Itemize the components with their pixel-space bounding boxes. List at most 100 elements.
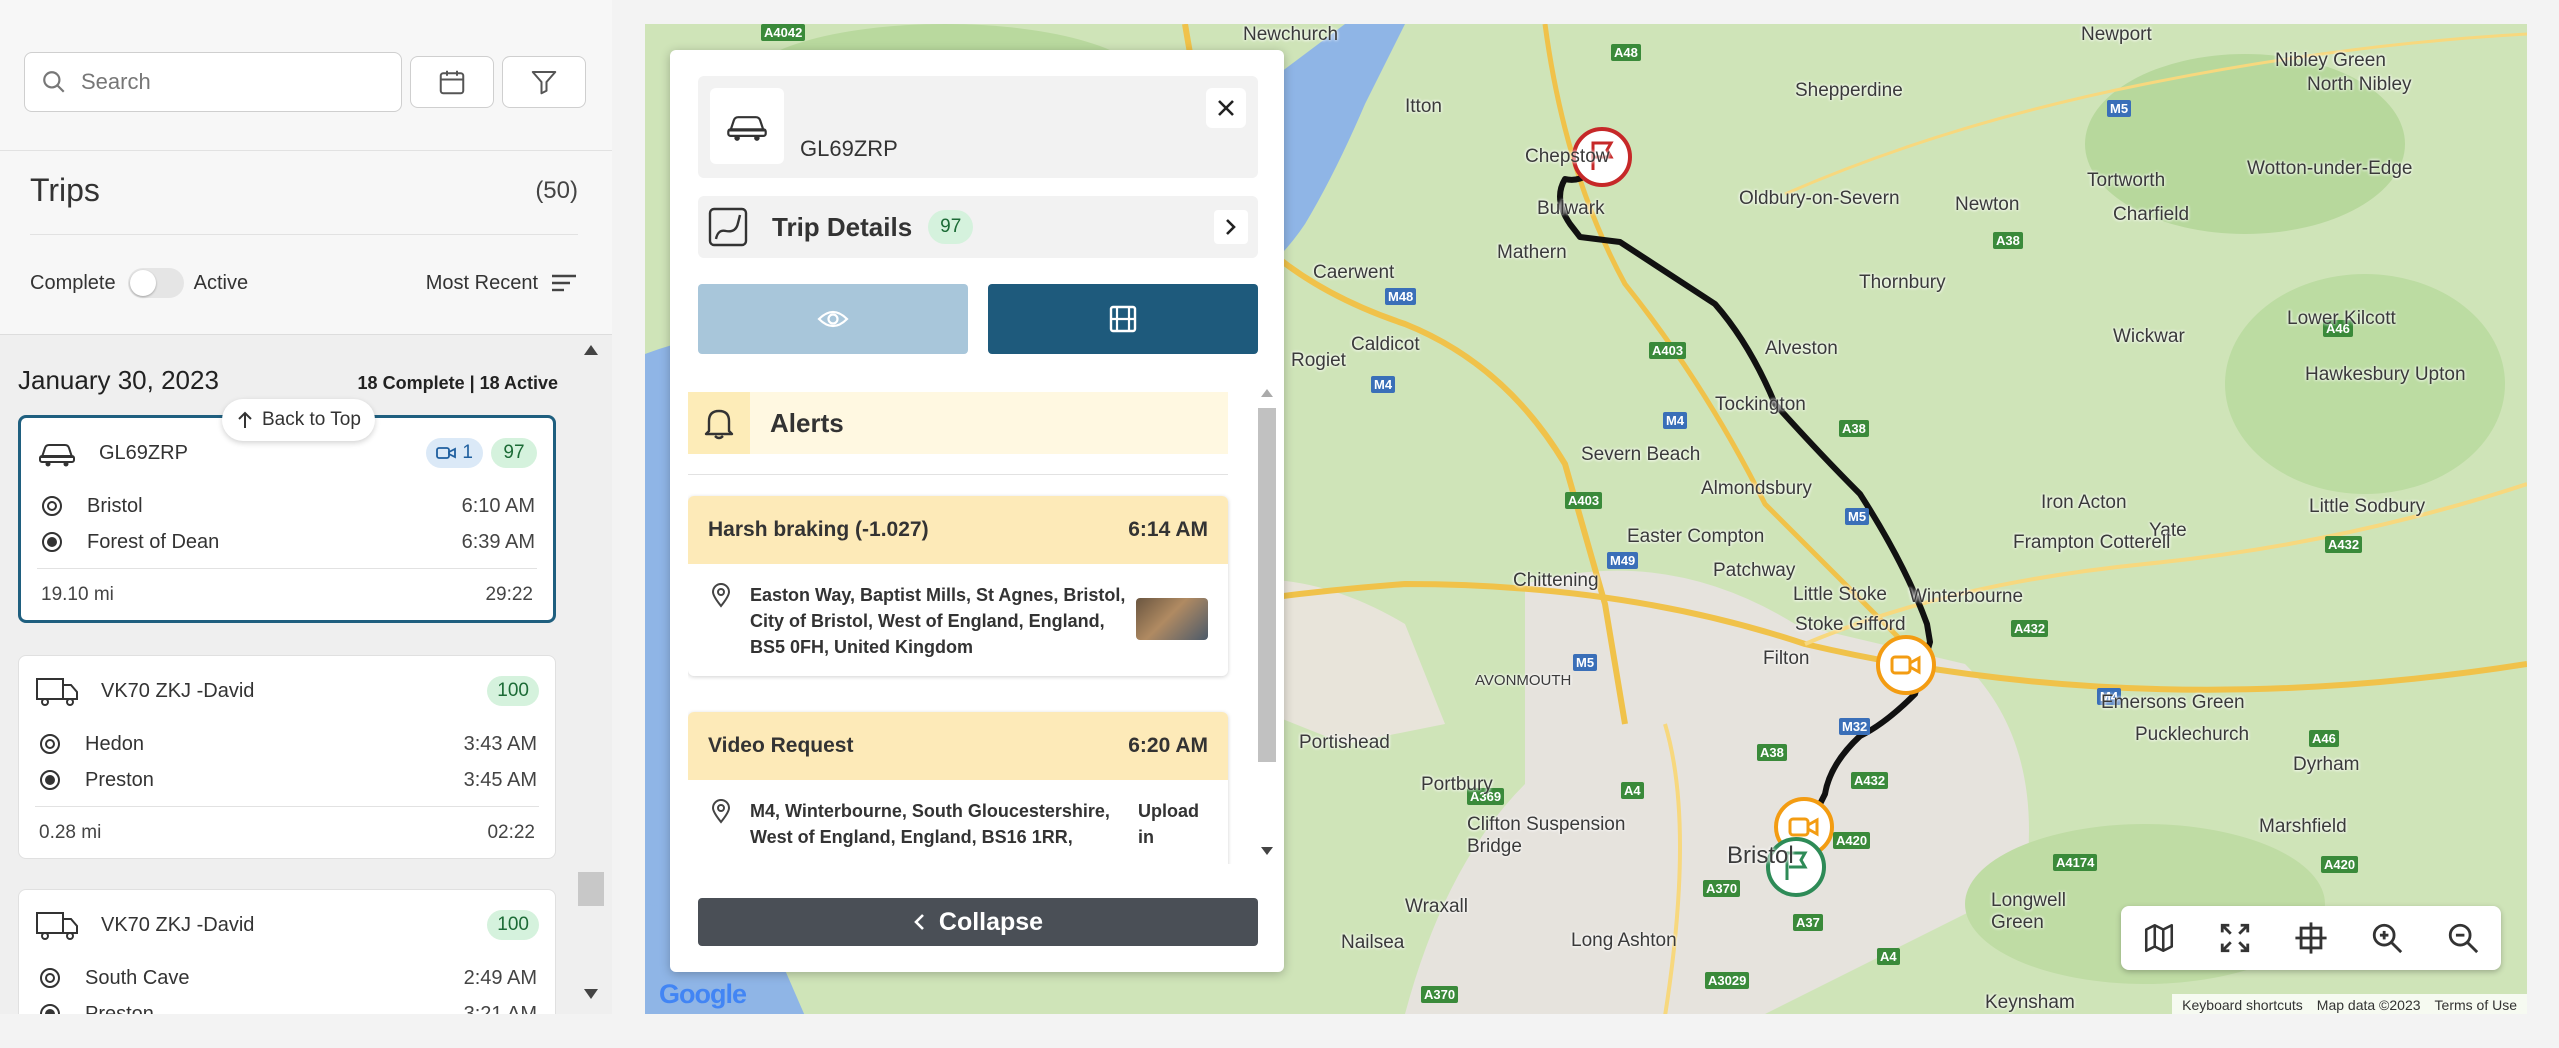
road-label: A37 bbox=[1793, 914, 1823, 931]
close-panel-button[interactable] bbox=[1206, 88, 1246, 128]
video-mode-button[interactable] bbox=[988, 284, 1258, 354]
scroll-down-icon bbox=[1261, 847, 1273, 855]
recenter-icon[interactable] bbox=[2294, 921, 2328, 955]
alert-address: M4, Winterbourne, South Gloucestershire,… bbox=[750, 801, 1110, 847]
terms-link[interactable]: Terms of Use bbox=[2435, 997, 2517, 1013]
scroll-thumb[interactable] bbox=[1258, 408, 1276, 762]
road-label: A420 bbox=[1833, 832, 1871, 849]
divider bbox=[688, 474, 1228, 475]
alert-card[interactable]: Video Request 6:20 AM M4, Winterbourne, … bbox=[688, 712, 1228, 864]
alerts-title: Alerts bbox=[770, 407, 844, 438]
trip-footer: 0.28 mi 02:22 bbox=[35, 806, 539, 858]
trip-details-row[interactable]: Trip Details 97 bbox=[698, 196, 1258, 258]
town-label: Hawkesbury Upton bbox=[2305, 364, 2466, 385]
back-to-top-label: Back to Top bbox=[262, 409, 361, 430]
view-mode-button[interactable] bbox=[698, 284, 968, 354]
map-footer: Keyboard shortcuts Map data ©2023 Terms … bbox=[2172, 994, 2527, 1016]
search-input[interactable]: Search bbox=[24, 52, 402, 112]
truck-icon bbox=[36, 912, 78, 940]
town-label: North Nibley bbox=[2307, 74, 2412, 95]
trip-list-scrollbar[interactable] bbox=[576, 334, 606, 1014]
alerts-list[interactable]: Alerts Harsh braking (-1.027) 6:14 AM Ea… bbox=[688, 380, 1248, 864]
trip-destination: Forest of Dean 6:39 AM bbox=[21, 524, 553, 560]
road-label: M32 bbox=[1839, 718, 1871, 735]
trips-count: (50) bbox=[535, 176, 578, 204]
keyboard-shortcuts-link[interactable]: Keyboard shortcuts bbox=[2182, 997, 2303, 1013]
calendar-button[interactable] bbox=[410, 56, 494, 108]
back-to-top-button[interactable]: Back to Top bbox=[222, 399, 375, 441]
sort-dropdown[interactable]: Most Recent bbox=[426, 271, 578, 295]
destination-time: 3:21 AM bbox=[463, 1002, 537, 1015]
google-logo: Google bbox=[659, 979, 747, 1009]
trip-origin: Hedon 3:43 AM bbox=[19, 726, 555, 762]
trip-detail-panel: GL69ZRP Trip Details 97 Alerts Harsh bra… bbox=[670, 50, 1284, 972]
scroll-thumb[interactable] bbox=[578, 872, 604, 906]
toggle-knob bbox=[129, 270, 156, 296]
map-type-icon[interactable] bbox=[2142, 921, 2176, 955]
trip-destination: Preston 3:45 AM bbox=[19, 762, 555, 798]
scroll-down-icon bbox=[584, 989, 598, 999]
arrow-up-icon bbox=[238, 411, 252, 428]
fullscreen-icon[interactable] bbox=[2218, 921, 2252, 955]
alert-card[interactable]: Harsh braking (-1.027) 6:14 AM Easton Wa… bbox=[688, 496, 1228, 676]
road-label: A403 bbox=[1649, 342, 1687, 359]
trip-card[interactable]: VK70 ZKJ -David 100 Hedon 3:43 AM Presto… bbox=[18, 655, 556, 859]
alerts-scrollbar[interactable] bbox=[1254, 380, 1280, 864]
destination-icon bbox=[42, 532, 62, 552]
trip-card[interactable]: GL69ZRP 1 97 Bristol 6:10 AM Forest of D… bbox=[18, 415, 556, 623]
trip-origin: South Cave 2:49 AM bbox=[19, 960, 555, 996]
trip-list[interactable]: January 30, 2023 18 Complete | 18 Active… bbox=[0, 334, 612, 1014]
video-count: 1 bbox=[462, 442, 473, 463]
town-label: Nibley Green bbox=[2275, 50, 2386, 71]
complete-label: Complete bbox=[30, 271, 116, 294]
sort-icon bbox=[552, 274, 576, 292]
close-icon bbox=[1218, 100, 1234, 116]
complete-active-toggle[interactable] bbox=[127, 268, 184, 298]
town-label: Severn Beach bbox=[1581, 444, 1701, 465]
divider bbox=[30, 234, 578, 235]
town-label: Stoke Gifford bbox=[1795, 614, 1906, 635]
town-label: Itton bbox=[1405, 96, 1442, 117]
vehicle-header bbox=[698, 76, 1258, 178]
origin-icon bbox=[40, 968, 60, 988]
trip-details-arrow[interactable] bbox=[1214, 210, 1248, 244]
collapse-label: Collapse bbox=[938, 907, 1044, 936]
town-label: Winterbourne bbox=[1909, 586, 2024, 607]
town-label: Portishead bbox=[1299, 732, 1390, 753]
scroll-up-icon bbox=[584, 345, 598, 355]
town-label: Almondsbury bbox=[1701, 478, 1812, 499]
road-label: M5 bbox=[2107, 100, 2132, 117]
trip-card[interactable]: VK70 ZKJ -David 100 South Cave 2:49 AM P… bbox=[18, 889, 556, 1014]
zoom-in-icon[interactable] bbox=[2370, 921, 2404, 955]
active-label: Active bbox=[193, 271, 249, 294]
road-label: A4 bbox=[1877, 948, 1900, 965]
town-label: Caldicot bbox=[1351, 334, 1420, 355]
town-label: Thornbury bbox=[1859, 272, 1946, 293]
road-label: M5 bbox=[1845, 508, 1870, 525]
town-label: AVONMOUTH bbox=[1475, 672, 1572, 689]
road-label: A38 bbox=[1757, 744, 1787, 761]
event-camera-marker[interactable] bbox=[1875, 634, 1937, 696]
road-label: A4174 bbox=[2053, 854, 2098, 871]
alerts-header: Alerts bbox=[688, 392, 1228, 454]
town-label: Tockington bbox=[1715, 394, 1806, 415]
collapse-button[interactable]: Collapse bbox=[698, 898, 1258, 946]
alert-body: Easton Way, Baptist Mills, St Agnes, Bri… bbox=[688, 564, 1228, 674]
town-label: Bristol bbox=[1727, 842, 1794, 869]
status-toggle-row: Complete Active Most Recent bbox=[30, 268, 578, 298]
town-label: Bulwark bbox=[1537, 198, 1605, 219]
origin-name: Bristol bbox=[87, 494, 143, 517]
search-icon bbox=[43, 71, 65, 93]
filter-button[interactable] bbox=[502, 56, 586, 108]
trip-card-header: VK70 ZKJ -David 100 bbox=[19, 656, 555, 726]
location-pin-icon bbox=[711, 583, 731, 608]
zoom-out-icon[interactable] bbox=[2446, 921, 2480, 955]
trip-origin: Bristol 6:10 AM bbox=[21, 488, 553, 524]
town-label: Wraxall bbox=[1405, 896, 1468, 917]
road-label: A432 bbox=[2325, 536, 2363, 553]
trip-badges: 100 bbox=[487, 676, 539, 706]
origin-name: South Cave bbox=[85, 966, 190, 989]
trip-score-badge: 97 bbox=[928, 210, 974, 244]
alert-video-thumbnail[interactable] bbox=[1136, 598, 1208, 640]
trip-duration: 29:22 bbox=[485, 583, 533, 605]
